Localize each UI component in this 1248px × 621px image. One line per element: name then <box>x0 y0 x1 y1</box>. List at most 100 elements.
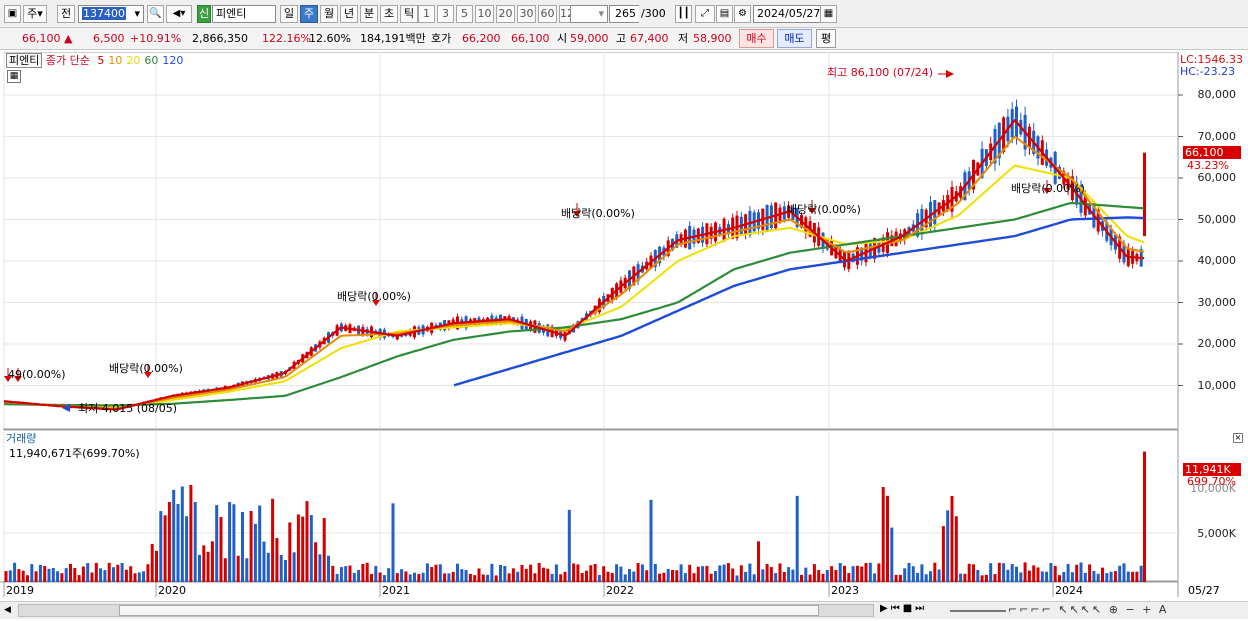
y-axis-label: 50,000 <box>1197 212 1237 226</box>
count-dropdown[interactable]: ▾ <box>570 5 608 23</box>
volume-bar <box>692 573 696 582</box>
volume-bar <box>812 564 816 582</box>
search-icon[interactable]: 🔍 <box>147 5 164 23</box>
volume-bar <box>112 567 115 582</box>
playback-controls[interactable]: ▶⏮■⏭ <box>880 603 927 614</box>
interval-tab[interactable]: 3 <box>437 5 454 23</box>
period-tab[interactable]: 주 <box>300 5 318 23</box>
volume-bar <box>198 554 201 582</box>
date-input[interactable]: 2024/05/27 <box>753 5 821 23</box>
x-axis-label: 2019 <box>6 584 34 597</box>
volume-bar <box>69 563 72 582</box>
save-icon[interactable]: ▤ <box>716 5 733 23</box>
sound-icon[interactable]: ◀▾ <box>166 5 192 23</box>
volume-bar <box>1053 565 1057 582</box>
volume-bar <box>834 570 838 582</box>
volume-bar <box>159 511 163 582</box>
volume-bar <box>335 573 339 582</box>
volume-bar <box>989 563 993 582</box>
period-tab[interactable]: 월 <box>320 5 338 23</box>
volume-bar <box>576 564 580 582</box>
volume-bar <box>314 542 318 582</box>
volume-bar <box>1070 572 1074 582</box>
volume-bar <box>550 573 554 582</box>
market-select[interactable]: 주▾ <box>23 5 47 23</box>
candle-icon[interactable]: ┃┃ <box>675 5 692 23</box>
period-tab[interactable]: 년 <box>340 5 358 23</box>
dividend-annotation-5: 배당락(0.00%) <box>1011 182 1085 195</box>
volume-bar <box>189 484 193 582</box>
volume-bar <box>438 564 442 582</box>
volume-bar <box>1027 570 1031 582</box>
stock-name-field[interactable]: 피엔티 <box>212 5 276 23</box>
interval-tab[interactable]: 20 <box>496 5 515 23</box>
volume-bar <box>636 563 640 582</box>
buy-button[interactable]: 매수 <box>739 29 774 48</box>
y-axis-label: 80,000 <box>1197 88 1237 101</box>
gear-icon[interactable]: ⚙ <box>734 5 751 23</box>
volume-bar <box>744 571 748 582</box>
market-label: 주 <box>27 7 38 20</box>
volume-bar <box>236 555 240 582</box>
volume-bar <box>434 564 438 582</box>
chart-area[interactable]: 피엔티 종가 단순 5 10 20 60 120 ▦ LC:1546.33 HC:-23… <box>0 52 1248 621</box>
drawing-tools[interactable]: ⌐⌐⌐⌐ ↖↖↖↖ ⊕ − + A <box>1008 603 1168 616</box>
interval-tab[interactable]: 30 <box>517 5 536 23</box>
interval-tab[interactable]: 10 <box>475 5 494 23</box>
interval-tab[interactable]: 60 <box>538 5 557 23</box>
volume-bar <box>193 502 197 582</box>
count-input[interactable]: 265 <box>609 5 639 23</box>
volume-bar <box>258 505 262 582</box>
panel-settings-icon[interactable]: ▦ <box>7 70 21 83</box>
volume-bar <box>176 503 180 582</box>
y-axis-label: 60,000 <box>1197 171 1237 184</box>
volume-bar <box>477 568 481 582</box>
period-tab[interactable]: 틱 <box>400 5 418 23</box>
period-tab[interactable]: 일 <box>280 5 298 23</box>
volume-bar <box>898 574 902 582</box>
calendar-icon[interactable]: ▦ <box>820 5 837 23</box>
scroll-left-icon[interactable]: ◀ <box>4 605 11 615</box>
stock-code-input[interactable]: 137400 ▾ <box>78 5 144 23</box>
volume-bar <box>1092 570 1096 582</box>
volume-bar <box>51 568 55 582</box>
volume-bar <box>868 562 872 582</box>
period-tab[interactable]: 분 <box>360 5 378 23</box>
interval-tab[interactable]: 1 <box>418 5 435 23</box>
volume-bar <box>47 568 51 582</box>
volume-bar <box>559 574 563 582</box>
volume-panel-close-icon[interactable]: × <box>1233 433 1243 443</box>
y-axis-label: 30,000 <box>1197 295 1237 309</box>
volume-bar <box>1049 563 1053 582</box>
volume-bar <box>447 573 451 582</box>
volume-bar <box>241 511 244 582</box>
prev-button[interactable]: 전 <box>57 5 75 23</box>
category-badge: 신 <box>197 5 211 23</box>
volume-bar <box>688 564 692 582</box>
draw-tools-icon[interactable]: ⤢ <box>695 5 715 23</box>
open-label: 시 <box>557 32 568 45</box>
zoom-slider[interactable] <box>950 610 1006 612</box>
chart-canvas[interactable] <box>0 52 1248 621</box>
volume-bar <box>800 574 803 582</box>
interval-tab[interactable]: 5 <box>456 5 473 23</box>
evaluate-button[interactable]: 평 <box>816 29 836 48</box>
horizontal-scrollbar[interactable] <box>18 604 874 617</box>
volume-bar <box>124 569 128 582</box>
x-axis-label: 2023 <box>831 584 859 597</box>
volume-bar <box>731 568 735 582</box>
sell-button[interactable]: 매도 <box>777 29 812 48</box>
volume-bar <box>172 489 176 582</box>
scroll-thumb[interactable] <box>119 605 819 616</box>
volume-bar <box>391 503 395 582</box>
dividend-annotation-3: 배당락(0.00%) <box>561 207 635 220</box>
volume-bar <box>894 574 898 582</box>
x-axis-label: 2020 <box>158 584 186 597</box>
legend-ma-item: 5 <box>97 54 105 67</box>
volume-bar <box>787 567 791 582</box>
volume-bar <box>980 575 984 582</box>
volume-bar <box>361 563 365 582</box>
volume-bar <box>520 564 524 582</box>
window-menu-icon[interactable]: ▣ <box>4 5 21 23</box>
period-tab[interactable]: 초 <box>380 5 398 23</box>
